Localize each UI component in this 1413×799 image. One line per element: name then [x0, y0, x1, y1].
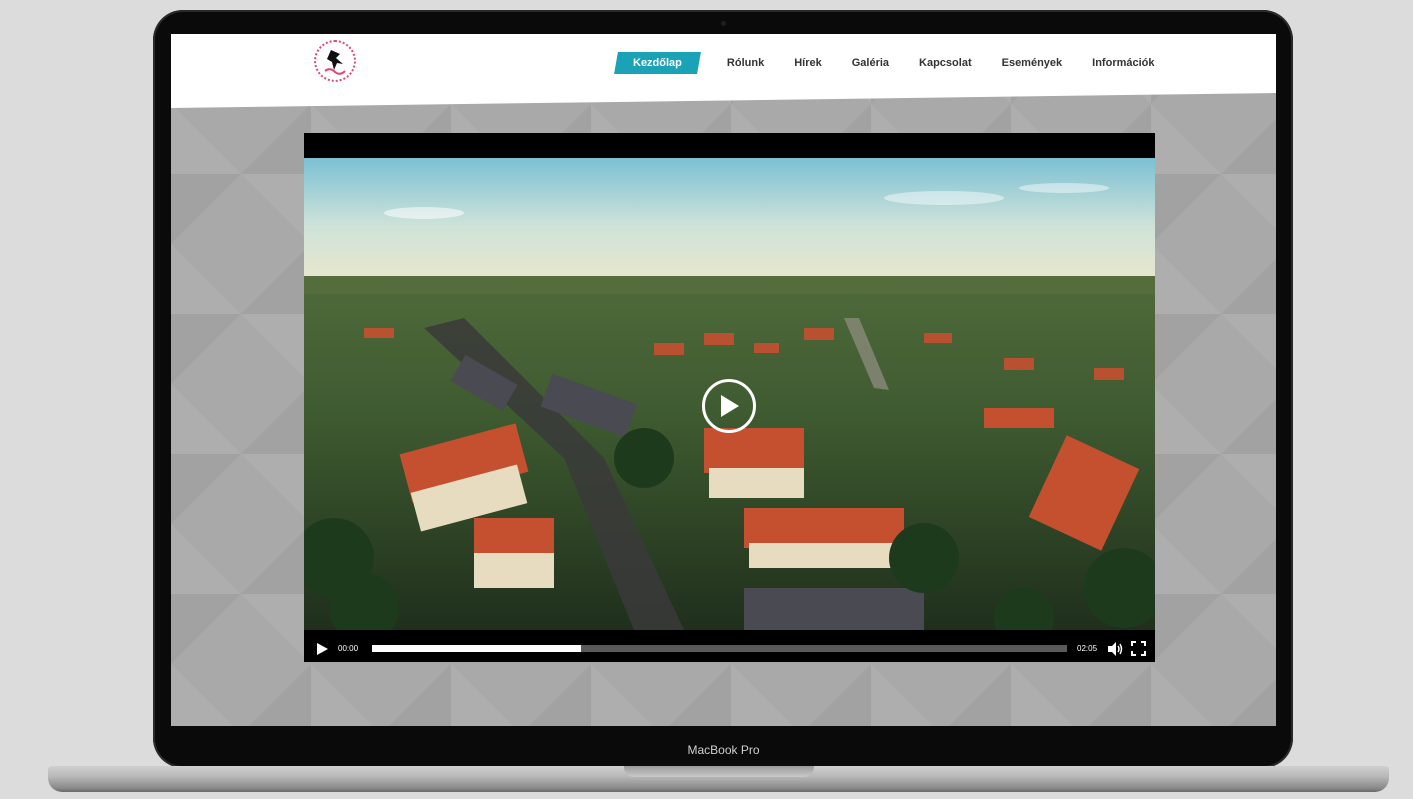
device-brand-label: MacBook Pro — [687, 743, 760, 757]
logo-icon[interactable] — [314, 40, 356, 82]
play-circle-icon[interactable] — [702, 379, 756, 433]
nav-item-kapcsolat[interactable]: Kapcsolat — [919, 57, 972, 69]
video-player[interactable]: 00:00 02:05 — [304, 133, 1155, 662]
video-frame[interactable] — [304, 158, 1155, 630]
webcam — [721, 21, 726, 26]
laptop-notch — [624, 766, 814, 777]
nav-item-galeria[interactable]: Galéria — [852, 57, 889, 69]
laptop-screen: Kezdőlap Rólunk Hírek Galéria Kapcsolat … — [171, 34, 1276, 726]
volume-icon[interactable] — [1107, 641, 1123, 656]
nav-item-esemenyek[interactable]: Események — [1002, 57, 1063, 69]
progress-fill — [372, 645, 581, 652]
nav-item-informaciok[interactable]: Információk — [1092, 57, 1154, 69]
play-icon[interactable] — [316, 642, 328, 655]
fullscreen-icon[interactable] — [1131, 641, 1147, 656]
site-header: Kezdőlap Rólunk Hírek Galéria Kapcsolat … — [171, 34, 1276, 108]
nav-item-rolunk[interactable]: Rólunk — [727, 57, 764, 69]
main-nav: Kezdőlap Rólunk Hírek Galéria Kapcsolat … — [614, 52, 1185, 74]
video-controls: 00:00 02:05 — [304, 635, 1155, 662]
nav-item-hirek[interactable]: Hírek — [794, 57, 822, 69]
progress-bar[interactable] — [372, 645, 1068, 652]
nav-item-kezdolap[interactable]: Kezdőlap — [614, 52, 701, 74]
duration: 02:05 — [1077, 644, 1098, 653]
current-time: 00:00 — [338, 644, 359, 653]
